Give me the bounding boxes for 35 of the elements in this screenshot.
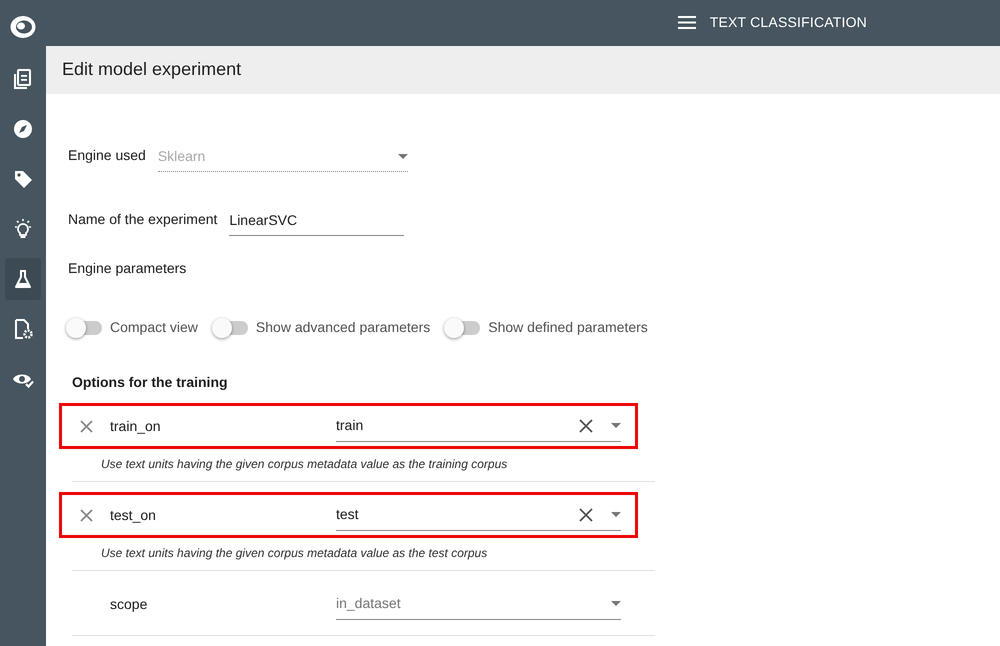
name-input-field[interactable]: LinearSVC [229, 206, 404, 236]
toggle-switch[interactable]: Show advanced parameters [214, 317, 430, 338]
eye-logo-icon [9, 14, 37, 40]
file-gear-icon [12, 318, 34, 340]
clear-icon[interactable] [579, 418, 593, 432]
clear-icon[interactable] [579, 508, 593, 522]
sidebar-item[interactable] [5, 258, 41, 300]
dropdown-caret-icon [398, 154, 408, 159]
document-stack-icon [12, 68, 34, 90]
page-title: Edit model experiment [62, 58, 242, 82]
flask-icon [12, 268, 34, 290]
parameter-name: scope [110, 594, 148, 614]
lightbulb-icon [12, 218, 34, 240]
tag-icon [12, 168, 34, 190]
close-icon [80, 508, 92, 522]
app-title: TEXT CLASSIFICATION [710, 13, 867, 32]
parameter-description: Use text units having the given corpus metadata value as the test corpus [100, 545, 488, 562]
parameter-name: train_on [110, 416, 162, 436]
section-title: Options for the training [72, 373, 229, 392]
dropdown-caret-icon [611, 601, 621, 606]
parameter-name: test_on [110, 506, 157, 525]
parameter-description: Use text units having the given corpus metadata value as the training corpus [100, 456, 508, 473]
parameter-value-dropdown[interactable]: train [336, 410, 621, 442]
compass-icon [12, 118, 34, 140]
field-label: Name of the experiment [68, 210, 218, 229]
parameter-value-dropdown[interactable]: test [336, 499, 621, 531]
toggle-switch[interactable]: Compact view [68, 317, 198, 338]
close-icon [80, 420, 92, 432]
parameter-value-dropdown[interactable]: in_dataset [336, 588, 621, 620]
dropdown-caret-icon [611, 423, 621, 428]
field-label: Engine used [68, 146, 146, 165]
dropdown-caret-icon [611, 512, 621, 517]
section-label: Engine parameters [68, 259, 188, 278]
menu-icon[interactable] [678, 16, 696, 30]
toggle-switch[interactable]: Show defined parameters [446, 317, 648, 338]
